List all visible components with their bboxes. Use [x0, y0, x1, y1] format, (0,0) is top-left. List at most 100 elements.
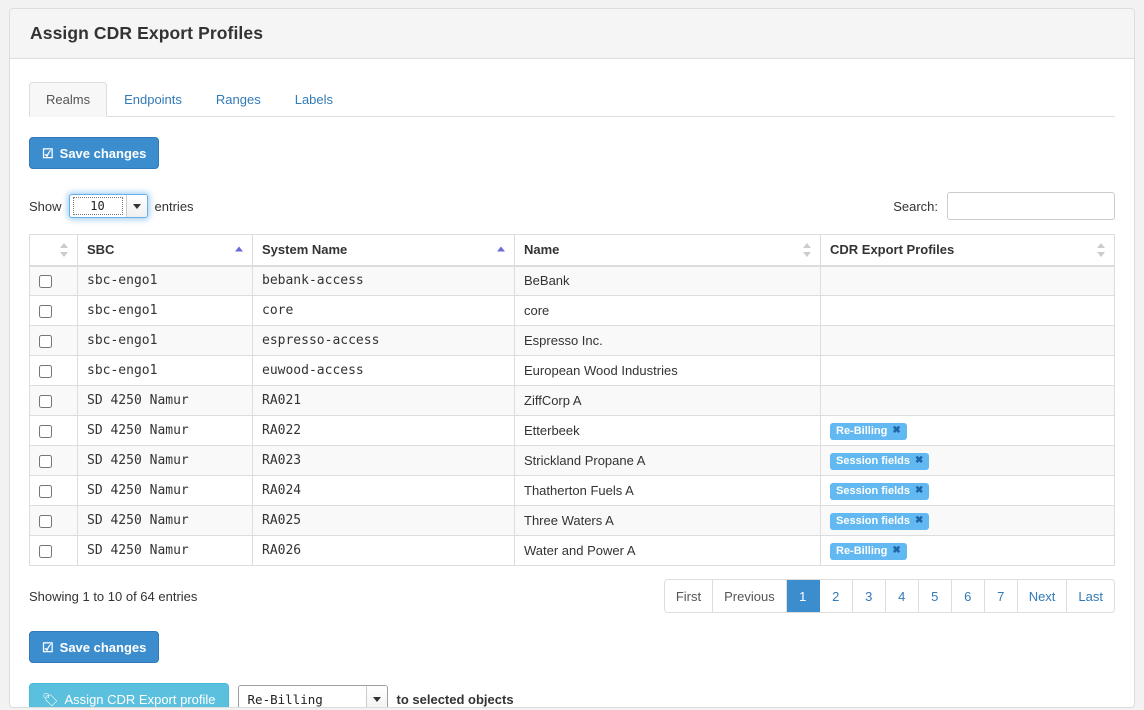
- table-row: sbc-engo1 espresso-access Espresso Inc.: [29, 325, 1115, 356]
- page-button-1[interactable]: 1: [786, 580, 820, 612]
- profile-tag: Session fields ✖: [830, 512, 930, 530]
- page-button-next[interactable]: Next: [1017, 580, 1068, 612]
- cell-cdr-export-profiles: Session fields ✖: [820, 505, 1115, 536]
- profile-tag-label: Re-Billing: [836, 424, 888, 437]
- save-changes-button-bottom[interactable]: ☑ Save changes: [29, 631, 160, 663]
- cell-sbc: SD 4250 Namur: [77, 445, 253, 476]
- assign-cdr-export-profile-button[interactable]: 🏷 Assign CDR Export profile: [29, 683, 229, 707]
- assign-tail-label: to selected objects: [396, 691, 514, 707]
- bottom-actions: ☑ Save changes 🏷 Assign CDR Export profi…: [29, 631, 1115, 707]
- column-header-name[interactable]: Name: [514, 234, 821, 267]
- row-select-cell: [29, 535, 78, 566]
- entries-info: Showing 1 to 10 of 64 entries: [29, 588, 198, 604]
- cell-cdr-export-profiles: Re-Billing ✖: [820, 415, 1115, 446]
- row-checkbox[interactable]: [39, 335, 52, 349]
- column-header-system-name[interactable]: System Name: [252, 234, 515, 267]
- cell-sbc: SD 4250 Namur: [77, 385, 253, 416]
- row-checkbox[interactable]: [39, 485, 52, 499]
- page-button-last[interactable]: Last: [1067, 580, 1114, 612]
- row-checkbox[interactable]: [39, 365, 52, 379]
- cell-sbc: SD 4250 Namur: [77, 415, 253, 446]
- tag-icon: 🏷: [42, 691, 59, 707]
- chevron-down-icon: [125, 195, 147, 217]
- cell-sbc: SD 4250 Namur: [77, 535, 253, 566]
- cell-name: BeBank: [514, 265, 821, 296]
- cell-cdr-export-profiles: [820, 355, 1115, 386]
- row-checkbox[interactable]: [39, 515, 52, 529]
- column-label-sbc: SBC: [87, 242, 115, 258]
- tab-ranges[interactable]: Ranges: [199, 82, 278, 117]
- page-button-7[interactable]: 7: [984, 580, 1018, 612]
- remove-profile-icon[interactable]: ✖: [892, 545, 900, 556]
- profile-tag: Re-Billing ✖: [830, 422, 907, 440]
- column-header-sbc[interactable]: SBC: [77, 234, 253, 267]
- page-button-6[interactable]: 6: [951, 580, 985, 612]
- cell-sbc: SD 4250 Namur: [77, 505, 253, 536]
- assign-button-label: Assign CDR Export profile: [64, 691, 216, 707]
- table-header-row: SBC System Name Name CDR Export Profiles: [29, 234, 1115, 267]
- cell-cdr-export-profiles: [820, 385, 1115, 416]
- assign-cdr-export-profiles-panel: Assign CDR Export Profiles Realms Endpoi…: [9, 8, 1135, 708]
- panel-body: Realms Endpoints Ranges Labels ☑ Save ch…: [10, 59, 1134, 707]
- cell-sbc: sbc-engo1: [77, 295, 253, 326]
- cell-system-name: euwood-access: [252, 355, 515, 386]
- cell-sbc: sbc-engo1: [77, 265, 253, 296]
- row-checkbox[interactable]: [39, 455, 52, 469]
- cell-name: core: [514, 295, 821, 326]
- row-checkbox[interactable]: [39, 545, 52, 559]
- entries-label: entries: [154, 198, 194, 214]
- column-label-system-name: System Name: [262, 242, 348, 258]
- remove-profile-icon[interactable]: ✖: [915, 485, 923, 496]
- assign-profile-select[interactable]: Re-Billing: [237, 684, 388, 707]
- row-checkbox[interactable]: [39, 425, 52, 439]
- page-title: Assign CDR Export Profiles: [30, 23, 264, 43]
- table-row: SD 4250 Namur RA023 Strickland Propane A Se…: [29, 445, 1115, 476]
- checkbox-checked-icon: ☑: [42, 145, 54, 161]
- row-select-cell: [29, 505, 78, 536]
- row-select-cell: [29, 355, 78, 386]
- column-header-cdr-export-profiles[interactable]: CDR Export Profiles: [820, 234, 1115, 267]
- panel-header: Assign CDR Export Profiles: [10, 9, 1134, 59]
- save-changes-button-top[interactable]: ☑ Save changes: [29, 137, 160, 169]
- row-select-cell: [29, 295, 78, 326]
- row-select-cell: [29, 445, 78, 476]
- page-button-4[interactable]: 4: [885, 580, 919, 612]
- page-button-first: First: [664, 580, 714, 612]
- table-row: sbc-engo1 bebank-access BeBank: [29, 265, 1115, 296]
- tab-realms[interactable]: Realms: [29, 82, 108, 117]
- tab-endpoints[interactable]: Endpoints: [107, 82, 199, 117]
- row-checkbox[interactable]: [39, 275, 52, 289]
- page-button-previous: Previous: [713, 580, 787, 612]
- remove-profile-icon[interactable]: ✖: [915, 515, 923, 526]
- remove-profile-icon[interactable]: ✖: [915, 455, 923, 466]
- profile-tag: Re-Billing ✖: [830, 542, 907, 560]
- cell-name: Espresso Inc.: [514, 325, 821, 356]
- cell-name: ZiffCorp A: [514, 385, 821, 416]
- column-header-select[interactable]: [29, 234, 78, 267]
- chevron-down-icon: [365, 685, 387, 707]
- table-row: SD 4250 Namur RA024 Thatherton Fuels A Sess…: [29, 475, 1115, 506]
- cell-system-name: RA025: [252, 505, 515, 536]
- sort-icon-cdr-export-profiles: [1097, 242, 1106, 257]
- page-button-3[interactable]: 3: [852, 580, 886, 612]
- sort-icon-sbc: [235, 246, 244, 253]
- cell-sbc: sbc-engo1: [77, 355, 253, 386]
- profile-tag-label: Session fields: [836, 454, 910, 467]
- table-body: sbc-engo1 bebank-access BeBank sbc-engo1 cor…: [29, 265, 1115, 566]
- table-row: sbc-engo1 euwood-access European Wood Indu…: [29, 355, 1115, 386]
- save-changes-label-bottom: Save changes: [59, 639, 147, 655]
- row-select-cell: [29, 265, 78, 296]
- search-input[interactable]: [947, 192, 1115, 220]
- page-length-select[interactable]: 10: [68, 194, 148, 218]
- page-button-5[interactable]: 5: [918, 580, 952, 612]
- page-button-2[interactable]: 2: [819, 580, 853, 612]
- row-checkbox[interactable]: [39, 395, 52, 409]
- cell-name: Strickland Propane A: [514, 445, 821, 476]
- table-header: SBC System Name Name CDR Export Profiles: [29, 234, 1115, 267]
- row-checkbox[interactable]: [39, 305, 52, 319]
- tab-labels[interactable]: Labels: [278, 82, 350, 117]
- table-row: SD 4250 Namur RA026 Water and Power A Re-Bi…: [29, 535, 1115, 566]
- sort-icon-system-name: [497, 246, 506, 253]
- cell-cdr-export-profiles: [820, 265, 1115, 296]
- remove-profile-icon[interactable]: ✖: [892, 425, 900, 436]
